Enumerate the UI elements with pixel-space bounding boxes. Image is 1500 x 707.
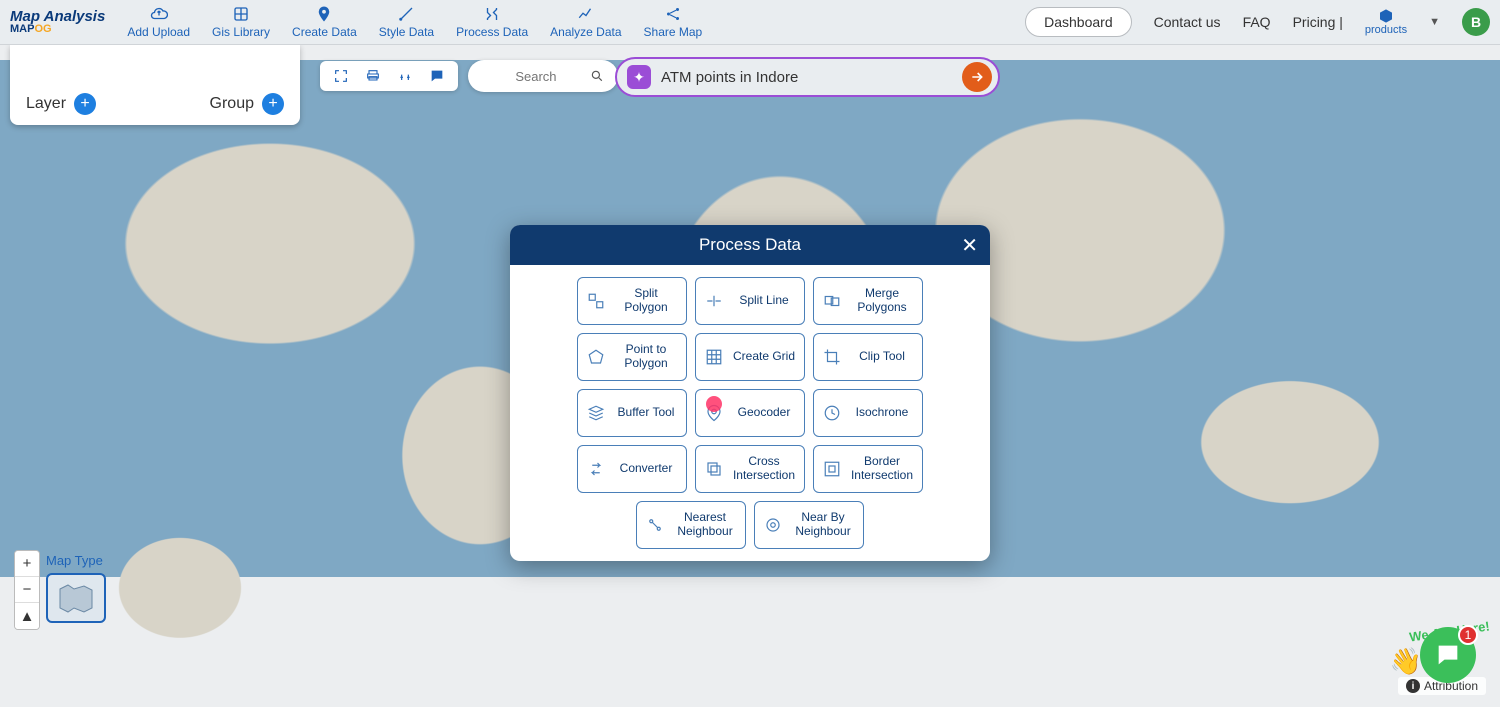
process-icon: [483, 5, 501, 23]
zoom-out-button[interactable]: −: [15, 577, 39, 603]
map-toolbar: [320, 60, 618, 92]
zoom-in-button[interactable]: +: [15, 551, 39, 577]
process-data-modal: Process Data ✕ Split Polygon Split Line …: [510, 225, 990, 561]
tool-split-line[interactable]: Split Line: [695, 277, 805, 325]
print-icon[interactable]: [364, 67, 382, 85]
clip-icon: [822, 347, 842, 367]
buffer-icon: [586, 403, 606, 423]
tool-cross-intersection[interactable]: Cross Intersection: [695, 445, 805, 493]
converter-icon: [586, 459, 606, 479]
nav-process-data[interactable]: Process Data: [456, 5, 528, 39]
nearby-icon: [763, 515, 783, 535]
map-area[interactable]: Layer + Group + ✦ + − ▲ Map Type: [0, 45, 1500, 707]
nav-create-data[interactable]: Create Data: [292, 5, 357, 39]
share-icon: [664, 5, 682, 23]
brand-logo[interactable]: Map Analysis MAPOG: [10, 9, 105, 35]
nav-gis-library[interactable]: Gis Library: [212, 5, 270, 39]
border-intersection-icon: [822, 459, 842, 479]
search-box[interactable]: [468, 60, 618, 92]
plus-icon: +: [74, 93, 96, 115]
add-layer[interactable]: Layer +: [26, 93, 96, 115]
arrow-right-icon: [969, 69, 985, 85]
modal-title: Process Data: [699, 235, 801, 255]
layer-group-panel: Layer + Group +: [10, 45, 300, 125]
pin-icon: [315, 5, 333, 23]
chevron-down-icon[interactable]: ▼: [1429, 16, 1440, 28]
user-avatar[interactable]: B: [1462, 8, 1490, 36]
add-group[interactable]: Group +: [210, 93, 284, 115]
tool-merge-polygons[interactable]: Merge Polygons: [813, 277, 923, 325]
contact-link[interactable]: Contact us: [1154, 14, 1221, 30]
modal-header: Process Data ✕: [510, 225, 990, 265]
submit-button[interactable]: [962, 62, 992, 92]
nl-query-box[interactable]: ✦: [615, 57, 1000, 97]
cloud-upload-icon: [150, 5, 168, 23]
chat-badge: 1: [1458, 625, 1478, 645]
north-arrow-button[interactable]: ▲: [15, 603, 39, 629]
info-icon: i: [1406, 679, 1420, 693]
maptype-label: Map Type: [46, 553, 103, 568]
tool-nearest-neighbour[interactable]: Nearest Neighbour: [636, 501, 746, 549]
map-tool-icons: [320, 61, 458, 91]
nl-query-input[interactable]: [661, 69, 952, 86]
measure-icon[interactable]: [396, 67, 414, 85]
zoom-control: + − ▲: [14, 550, 40, 630]
isochrone-icon: [822, 403, 842, 423]
point-polygon-icon: [586, 347, 606, 367]
split-line-icon: [704, 291, 724, 311]
close-icon[interactable]: ✕: [961, 233, 978, 258]
search-input[interactable]: [482, 69, 590, 84]
faq-link[interactable]: FAQ: [1243, 14, 1271, 30]
tool-nearby-neighbour[interactable]: Near By Neighbour: [754, 501, 864, 549]
maptype-thumbnail[interactable]: [46, 573, 106, 623]
plus-icon: +: [262, 93, 284, 115]
tool-create-grid[interactable]: Create Grid: [695, 333, 805, 381]
library-icon: [232, 5, 250, 23]
nav-analyze-data[interactable]: Analyze Data: [550, 5, 621, 39]
tool-geocoder[interactable]: Geocoder: [695, 389, 805, 437]
search-icon: [590, 68, 604, 84]
nav-add-upload[interactable]: Add Upload: [127, 5, 190, 39]
cross-intersection-icon: [704, 459, 724, 479]
style-icon: [397, 5, 415, 23]
chat-icon: [1434, 641, 1462, 669]
analyze-icon: [577, 5, 595, 23]
sparkle-icon: ✦: [627, 65, 651, 89]
tool-isochrone[interactable]: Isochrone: [813, 389, 923, 437]
comment-icon[interactable]: [428, 67, 446, 85]
grid-icon: [704, 347, 724, 367]
split-polygon-icon: [586, 291, 606, 311]
merge-icon: [822, 291, 842, 311]
tool-split-polygon[interactable]: Split Polygon: [577, 277, 687, 325]
topbar: Map Analysis MAPOG Add Upload Gis Librar…: [0, 0, 1500, 45]
tool-buffer[interactable]: Buffer Tool: [577, 389, 687, 437]
fullscreen-icon[interactable]: [332, 67, 350, 85]
tool-converter[interactable]: Converter: [577, 445, 687, 493]
brand-title: Map Analysis: [10, 9, 105, 24]
nav-share-map[interactable]: Share Map: [644, 5, 703, 39]
nearest-icon: [645, 515, 665, 535]
cube-icon: [1378, 8, 1394, 24]
brand-sub: MAPOG: [10, 24, 52, 35]
geocoder-icon: [704, 403, 724, 423]
nav-style-data[interactable]: Style Data: [379, 5, 434, 39]
wave-icon: 👋: [1390, 646, 1422, 677]
pricing-link[interactable]: Pricing |: [1293, 14, 1343, 30]
tool-point-to-polygon[interactable]: Point to Polygon: [577, 333, 687, 381]
modal-body: Split Polygon Split Line Merge Polygons …: [510, 265, 990, 561]
globe-icon: [56, 581, 96, 615]
tool-clip[interactable]: Clip Tool: [813, 333, 923, 381]
products-dropdown[interactable]: products: [1365, 8, 1407, 36]
chat-button[interactable]: 1: [1420, 627, 1476, 683]
dashboard-button[interactable]: Dashboard: [1025, 7, 1132, 37]
tool-border-intersection[interactable]: Border Intersection: [813, 445, 923, 493]
